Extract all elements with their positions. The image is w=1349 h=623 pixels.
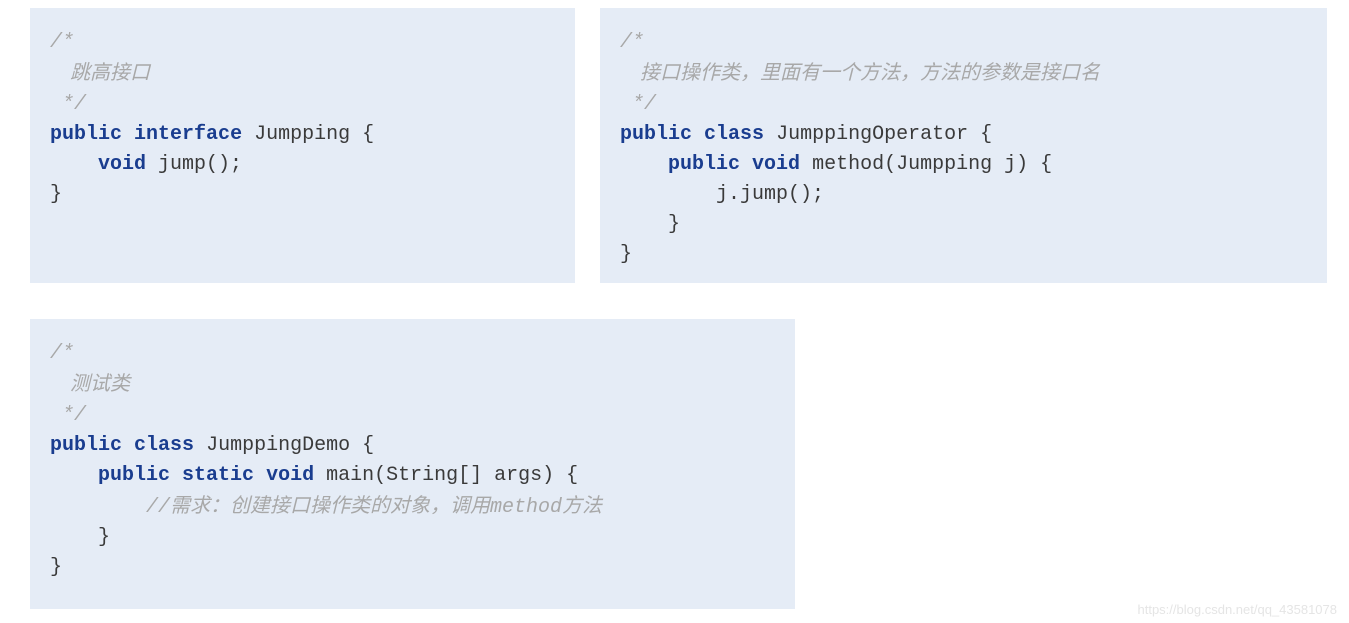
code-content: /* 接口操作类，里面有一个方法，方法的参数是接口名 */ public cla…	[608, 28, 1307, 270]
comment-line: /*	[620, 31, 644, 54]
keyword-public: public	[50, 123, 122, 146]
code-text: JumppingDemo {	[194, 434, 374, 457]
comment-text: //	[146, 496, 170, 519]
comment-line: */	[50, 404, 86, 427]
code-text: j.jump();	[620, 183, 824, 206]
code-text: }	[620, 213, 680, 236]
comment-text: 需求：创建接口操作类的对象，调用	[170, 495, 490, 517]
watermark-text: https://blog.csdn.net/qq_43581078	[1138, 602, 1338, 617]
keyword-void: void	[752, 153, 800, 176]
code-text: }	[50, 556, 62, 579]
code-text: method(Jumpping j) {	[800, 153, 1052, 176]
comment-line: /*	[50, 31, 74, 54]
comment-text: method	[490, 496, 562, 519]
keyword-void: void	[98, 153, 146, 176]
code-text: jump();	[146, 153, 242, 176]
keyword-public: public	[668, 153, 740, 176]
code-text: }	[620, 243, 632, 266]
code-text: Jumpping {	[242, 123, 374, 146]
keyword-void: void	[266, 464, 314, 487]
comment-line: 测试类	[50, 373, 130, 395]
comment-line: */	[620, 93, 656, 116]
code-text: }	[50, 526, 110, 549]
code-text: main(String[] args) {	[314, 464, 578, 487]
code-block-jumpping-demo: /* 测试类 */ public class JumppingDemo { pu…	[30, 319, 795, 609]
code-content: /* 测试类 */ public class JumppingDemo { pu…	[38, 339, 775, 583]
comment-line: */	[50, 93, 86, 116]
keyword-interface: interface	[134, 123, 242, 146]
code-block-jumpping-operator: /* 接口操作类，里面有一个方法，方法的参数是接口名 */ public cla…	[600, 8, 1327, 283]
code-content: /* 跳高接口 */ public interface Jumpping { v…	[38, 28, 555, 210]
comment-text: 方法	[562, 495, 602, 517]
keyword-public: public	[50, 434, 122, 457]
comment-line: 跳高接口	[50, 62, 150, 84]
code-text: JumppingOperator {	[764, 123, 992, 146]
keyword-public: public	[98, 464, 170, 487]
code-block-jumpping-interface: /* 跳高接口 */ public interface Jumpping { v…	[30, 8, 575, 283]
code-text: }	[50, 183, 62, 206]
keyword-static: static	[182, 464, 254, 487]
comment-line: /*	[50, 342, 74, 365]
keyword-class: class	[134, 434, 194, 457]
keyword-class: class	[704, 123, 764, 146]
comment-line: 接口操作类，里面有一个方法，方法的参数是接口名	[620, 62, 1100, 84]
keyword-public: public	[620, 123, 692, 146]
